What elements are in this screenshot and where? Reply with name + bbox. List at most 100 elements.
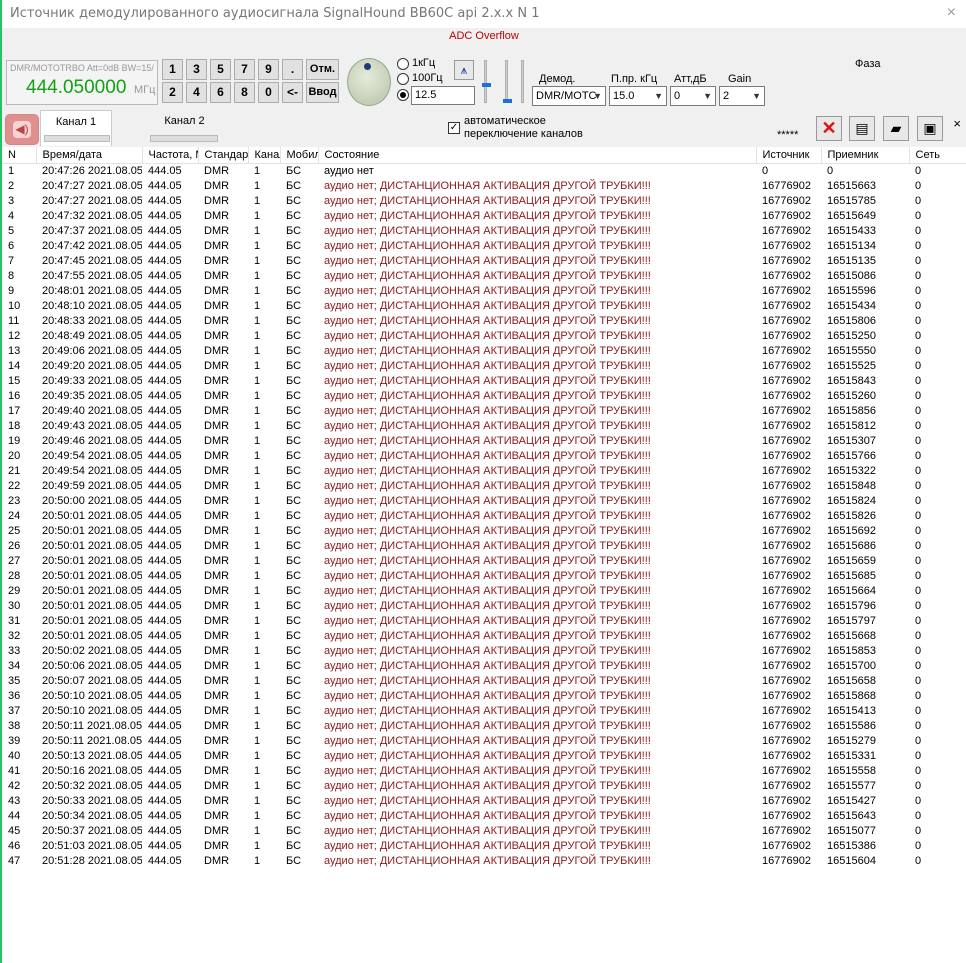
tab-channel-2[interactable]: Канал 2 <box>147 110 222 146</box>
slider-thumb[interactable] <box>482 83 491 87</box>
table-row[interactable]: 35 20:50:07 2021.08.05 444.05 DMR 1 БС аудио н… <box>2 673 966 688</box>
table-row[interactable]: 7 20:47:45 2021.08.05 444.05 DMR 1 БС аудио не… <box>2 253 966 268</box>
table-row[interactable]: 13 20:49:06 2021.08.05 444.05 DMR 1 БС аудио н… <box>2 343 966 358</box>
slider-thumb[interactable] <box>503 99 512 103</box>
column-header[interactable]: Приемник <box>821 147 910 164</box>
level-slider-1[interactable] <box>482 60 491 103</box>
table-row[interactable]: 44 20:50:34 2021.08.05 444.05 DMR 1 БС аудио н… <box>2 808 966 823</box>
table-row[interactable]: 45 20:50:37 2021.08.05 444.05 DMR 1 БС аудио н… <box>2 823 966 838</box>
auto-switch-checkbox[interactable]: ✓ <box>448 122 460 134</box>
key-8[interactable]: 8 <box>234 82 255 103</box>
table-row[interactable]: 41 20:50:16 2021.08.05 444.05 DMR 1 БС аудио н… <box>2 763 966 778</box>
table-row[interactable]: 38 20:50:11 2021.08.05 444.05 DMR 1 БС аудио н… <box>2 718 966 733</box>
step-1khz-radio[interactable] <box>397 58 409 70</box>
table-row[interactable]: 18 20:49:43 2021.08.05 444.05 DMR 1 БС аудио н… <box>2 418 966 433</box>
table-row[interactable]: 12 20:48:49 2021.08.05 444.05 DMR 1 БС аудио н… <box>2 328 966 343</box>
table-row[interactable]: 9 20:48:01 2021.08.05 444.05 DMR 1 БС аудио не… <box>2 283 966 298</box>
panel-close-button[interactable]: × <box>953 116 961 131</box>
bandwidth-select[interactable]: 15.0 ▼ <box>609 86 667 106</box>
table-row[interactable]: 29 20:50:01 2021.08.05 444.05 DMR 1 БС аудио н… <box>2 583 966 598</box>
key-9[interactable]: 9 <box>258 59 279 80</box>
step-100hz-radio[interactable] <box>397 73 409 85</box>
level-slider-3[interactable] <box>521 60 524 103</box>
table-row[interactable]: 21 20:49:54 2021.08.05 444.05 DMR 1 БС аудио н… <box>2 463 966 478</box>
tab-channel-1[interactable]: Канал 1 <box>40 110 112 146</box>
table-row[interactable]: 42 20:50:32 2021.08.05 444.05 DMR 1 БС аудио н… <box>2 778 966 793</box>
cancel-button[interactable]: Отм. <box>306 59 339 80</box>
column-header[interactable]: N <box>2 147 37 164</box>
column-header[interactable]: Канал <box>248 147 281 164</box>
table-row[interactable]: 27 20:50:01 2021.08.05 444.05 DMR 1 БС аудио н… <box>2 553 966 568</box>
table-row[interactable]: 2 20:47:27 2021.08.05 444.05 DMR 1 БС аудио не… <box>2 178 966 193</box>
key-0[interactable]: 0 <box>258 82 279 103</box>
key-4[interactable]: 4 <box>186 82 207 103</box>
open-folder-icon[interactable]: ▰ <box>883 116 909 141</box>
table-row[interactable]: 28 20:50:01 2021.08.05 444.05 DMR 1 БС аудио н… <box>2 568 966 583</box>
key-6[interactable]: 6 <box>210 82 231 103</box>
table-row[interactable]: 15 20:49:33 2021.08.05 444.05 DMR 1 БС аудио н… <box>2 373 966 388</box>
key-2[interactable]: 2 <box>162 82 183 103</box>
column-header[interactable]: Время/дата <box>36 147 143 164</box>
frequency-display[interactable]: DMR/MOTOTRBO Att=0dB BW=15/ 444.050000 М… <box>6 60 158 105</box>
table-row[interactable]: 4 20:47:32 2021.08.05 444.05 DMR 1 БС аудио не… <box>2 208 966 223</box>
speaker-button[interactable]: ◀) <box>5 114 39 145</box>
table-row[interactable]: 23 20:50:00 2021.08.05 444.05 DMR 1 БС аудио н… <box>2 493 966 508</box>
table-row[interactable]: 46 20:51:03 2021.08.05 444.05 DMR 1 БС аудио н… <box>2 838 966 853</box>
tuning-knob[interactable] <box>347 58 391 106</box>
table-row[interactable]: 16 20:49:35 2021.08.05 444.05 DMR 1 БС аудио н… <box>2 388 966 403</box>
table-row[interactable]: 39 20:50:11 2021.08.05 444.05 DMR 1 БС аудио н… <box>2 733 966 748</box>
column-header[interactable]: Частота, М <box>142 147 199 164</box>
table-row[interactable]: 19 20:49:46 2021.08.05 444.05 DMR 1 БС аудио н… <box>2 433 966 448</box>
enter-button[interactable]: Ввод <box>306 82 339 103</box>
table-row[interactable]: 36 20:50:10 2021.08.05 444.05 DMR 1 БС аудио н… <box>2 688 966 703</box>
step-custom-input[interactable]: 12.5 <box>411 86 475 105</box>
table-row[interactable]: 10 20:48:10 2021.08.05 444.05 DMR 1 БС аудио н… <box>2 298 966 313</box>
key-5[interactable]: 5 <box>210 59 231 80</box>
table-row[interactable]: 6 20:47:42 2021.08.05 444.05 DMR 1 БС аудио не… <box>2 238 966 253</box>
table-row[interactable]: 43 20:50:33 2021.08.05 444.05 DMR 1 БС аудио н… <box>2 793 966 808</box>
table-row[interactable]: 26 20:50:01 2021.08.05 444.05 DMR 1 БС аудио н… <box>2 538 966 553</box>
export-icon[interactable]: ▣ <box>917 116 943 141</box>
table-row[interactable]: 25 20:50:01 2021.08.05 444.05 DMR 1 БС аудио н… <box>2 523 966 538</box>
antenna-filter-icon[interactable]: ⩚ <box>454 60 474 80</box>
table-row[interactable]: 47 20:51:28 2021.08.05 444.05 DMR 1 БС аудио н… <box>2 853 966 868</box>
table-cell: DMR <box>204 674 230 687</box>
key-backspace[interactable]: <- <box>282 82 303 103</box>
table-row[interactable]: 8 20:47:55 2021.08.05 444.05 DMR 1 БС аудио не… <box>2 268 966 283</box>
attenuation-select[interactable]: 0 ▼ <box>670 86 716 106</box>
table-row[interactable]: 33 20:50:02 2021.08.05 444.05 DMR 1 БС аудио н… <box>2 643 966 658</box>
key-3[interactable]: 3 <box>186 59 207 80</box>
column-header[interactable]: Источник <box>756 147 822 164</box>
table-cell: 3 <box>8 194 15 207</box>
table-row[interactable]: 24 20:50:01 2021.08.05 444.05 DMR 1 БС аудио н… <box>2 508 966 523</box>
gain-select[interactable]: 2 ▼ <box>719 86 765 106</box>
column-header[interactable]: Стандарт <box>198 147 249 164</box>
step-custom-radio[interactable] <box>397 89 409 101</box>
table-row[interactable]: 30 20:50:01 2021.08.05 444.05 DMR 1 БС аудио н… <box>2 598 966 613</box>
table-row[interactable]: 20 20:49:54 2021.08.05 444.05 DMR 1 БС аудио н… <box>2 448 966 463</box>
table-row[interactable]: 11 20:48:33 2021.08.05 444.05 DMR 1 БС аудио н… <box>2 313 966 328</box>
demod-select[interactable]: DMR/MOTC ▼ <box>532 86 606 106</box>
column-header[interactable]: Состояние <box>318 147 757 164</box>
table-row[interactable]: 32 20:50:01 2021.08.05 444.05 DMR 1 БС аудио н… <box>2 628 966 643</box>
table-row[interactable]: 22 20:49:59 2021.08.05 444.05 DMR 1 БС аудио н… <box>2 478 966 493</box>
table-row[interactable]: 17 20:49:40 2021.08.05 444.05 DMR 1 БС аудио н… <box>2 403 966 418</box>
save-records-icon[interactable]: ▤ <box>849 116 875 141</box>
table-row[interactable]: 1 20:47:26 2021.08.05 444.05 DMR 1 БС аудио не… <box>2 163 966 178</box>
table-row[interactable]: 31 20:50:01 2021.08.05 444.05 DMR 1 БС аудио н… <box>2 613 966 628</box>
delete-icon[interactable]: ✕ <box>816 116 842 141</box>
column-header[interactable]: Сеть <box>909 147 966 164</box>
table-row[interactable]: 14 20:49:20 2021.08.05 444.05 DMR 1 БС аудио н… <box>2 358 966 373</box>
key-dot[interactable]: . <box>282 59 303 80</box>
table-row[interactable]: 40 20:50:13 2021.08.05 444.05 DMR 1 БС аудио н… <box>2 748 966 763</box>
table-cell: БС <box>286 854 302 867</box>
column-header[interactable]: Мобил <box>280 147 319 164</box>
table-row[interactable]: 37 20:50:10 2021.08.05 444.05 DMR 1 БС аудио н… <box>2 703 966 718</box>
table-row[interactable]: 5 20:47:37 2021.08.05 444.05 DMR 1 БС аудио не… <box>2 223 966 238</box>
key-1[interactable]: 1 <box>162 59 183 80</box>
table-row[interactable]: 3 20:47:27 2021.08.05 444.05 DMR 1 БС аудио не… <box>2 193 966 208</box>
level-slider-2[interactable] <box>503 60 512 103</box>
window-close-button[interactable]: × <box>947 4 956 22</box>
table-row[interactable]: 34 20:50:06 2021.08.05 444.05 DMR 1 БС аудио н… <box>2 658 966 673</box>
key-7[interactable]: 7 <box>234 59 255 80</box>
